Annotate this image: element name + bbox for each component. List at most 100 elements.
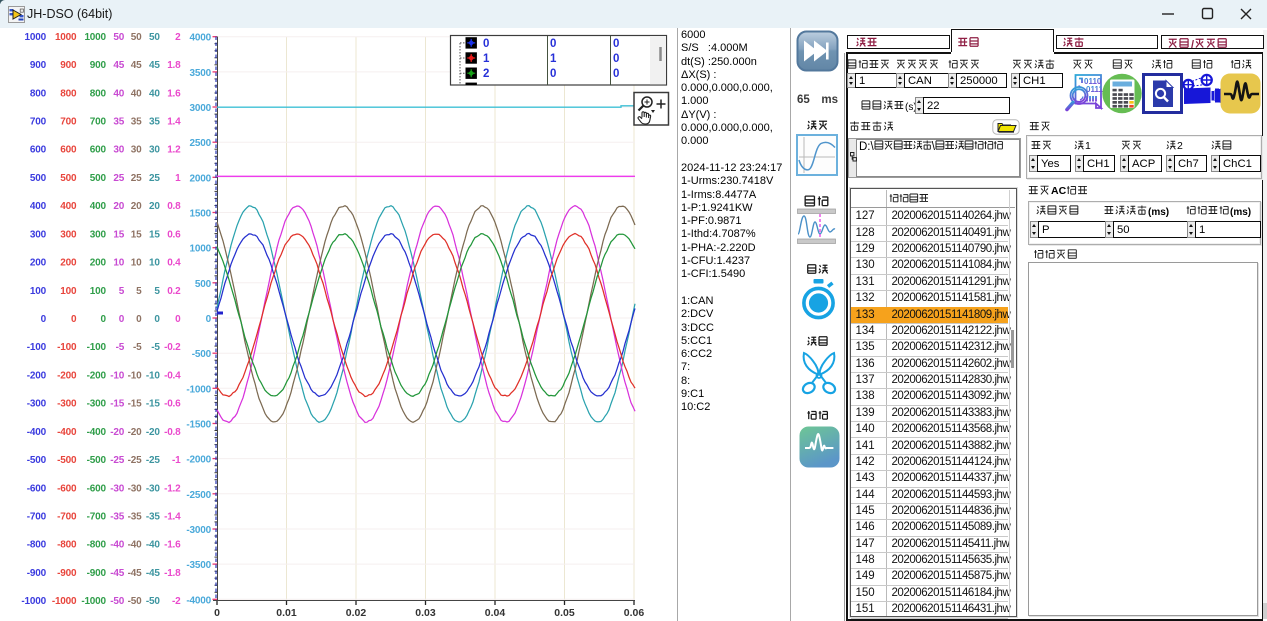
svg-text:2500: 2500 [190,138,212,149]
svg-text:-500: -500 [57,455,77,466]
svg-text:-1.2: -1.2 [164,483,181,494]
svg-text:0: 0 [175,314,181,325]
svg-text:20: 20 [131,201,142,212]
svg-text:-30: -30 [146,483,160,494]
svg-text:0111: 0111 [1086,85,1103,94]
svg-text:-700: -700 [27,512,47,523]
svg-text:900: 900 [60,60,77,71]
svg-text:10: 10 [131,258,142,269]
svg-text:800: 800 [60,88,77,99]
svg-text:800: 800 [90,88,107,99]
svg-text:-700: -700 [57,512,77,523]
svg-text:45: 45 [131,60,142,71]
svg-text:0.6: 0.6 [167,229,181,240]
svg-text:100: 100 [90,286,107,297]
svg-text:5: 5 [119,286,125,297]
svg-text:25: 25 [149,173,160,184]
svg-text:500: 500 [30,173,47,184]
svg-text:15: 15 [113,229,124,240]
svg-text:0: 0 [154,314,160,325]
svg-text:0.2: 0.2 [167,286,181,297]
svg-text:500: 500 [195,279,212,290]
svg-text:3500: 3500 [190,68,212,79]
svg-text:-1.4: -1.4 [164,512,181,523]
svg-text:1.6: 1.6 [167,88,181,99]
svg-text:15: 15 [131,229,142,240]
svg-text:-1: -1 [172,455,181,466]
svg-text:400: 400 [30,201,47,212]
svg-text:1.4: 1.4 [167,117,181,128]
svg-text:35: 35 [149,117,160,128]
svg-text:400: 400 [60,201,77,212]
svg-text:0.05: 0.05 [554,607,575,619]
svg-text:25: 25 [113,173,124,184]
svg-text:1000: 1000 [25,32,47,43]
svg-text:-25: -25 [128,455,142,466]
svg-text:0.8: 0.8 [167,201,181,212]
svg-text:-50: -50 [110,596,124,607]
svg-text:0: 0 [136,314,142,325]
svg-text:-0.8: -0.8 [164,427,181,438]
svg-text:1000: 1000 [55,32,77,43]
svg-text:-900: -900 [87,568,107,579]
svg-text:-3000: -3000 [186,525,211,536]
svg-text:-1000: -1000 [21,596,46,607]
svg-text:-40: -40 [128,540,142,551]
svg-text:-45: -45 [128,568,142,579]
svg-text:-900: -900 [57,568,77,579]
svg-text:-50: -50 [128,596,142,607]
svg-text:0.04: 0.04 [485,607,506,619]
svg-text:-0.6: -0.6 [164,399,181,410]
svg-text:-200: -200 [87,370,107,381]
svg-text:-300: -300 [27,399,47,410]
svg-text:35: 35 [131,117,142,128]
svg-text:-800: -800 [57,540,77,551]
svg-text:700: 700 [30,117,47,128]
svg-text:0: 0 [550,38,556,50]
svg-text:-100: -100 [27,342,47,353]
svg-text:40: 40 [149,88,160,99]
svg-text:1.8: 1.8 [167,60,181,71]
svg-text:-300: -300 [57,399,77,410]
svg-text:-1.6: -1.6 [164,540,181,551]
svg-text:200: 200 [90,258,107,269]
svg-text:-500: -500 [27,455,47,466]
svg-text:-2500: -2500 [186,490,211,501]
svg-text:1000: 1000 [84,32,106,43]
svg-text:10: 10 [113,258,124,269]
svg-text:-50: -50 [146,596,160,607]
svg-text:0: 0 [613,53,619,65]
svg-text:0: 0 [41,314,47,325]
svg-text:-5: -5 [133,342,142,353]
svg-text:-3500: -3500 [186,560,211,571]
svg-text:1: 1 [175,173,181,184]
svg-text:0: 0 [550,68,556,80]
svg-text:-1500: -1500 [186,420,211,431]
svg-text:0.02: 0.02 [346,607,367,619]
svg-text:-15: -15 [110,399,124,410]
svg-text:30: 30 [149,145,160,156]
svg-text:300: 300 [60,229,77,240]
svg-text:900: 900 [90,60,107,71]
svg-text:-20: -20 [146,427,160,438]
svg-text:-200: -200 [57,370,77,381]
svg-text:2000: 2000 [190,173,212,184]
svg-text:700: 700 [90,117,107,128]
svg-text:-30: -30 [128,483,142,494]
svg-text:0: 0 [483,38,489,50]
svg-text:1: 1 [550,53,557,65]
svg-text:-25: -25 [110,455,124,466]
svg-text:25: 25 [131,173,142,184]
svg-text:50: 50 [149,32,160,43]
svg-text:500: 500 [60,173,77,184]
svg-text:1500: 1500 [190,209,212,220]
svg-text:-35: -35 [146,512,160,523]
svg-text:-10: -10 [128,370,142,381]
svg-text:300: 300 [90,229,107,240]
svg-text:900: 900 [30,60,47,71]
svg-text:30: 30 [131,145,142,156]
svg-text:-100: -100 [87,342,107,353]
svg-text:-0.2: -0.2 [164,342,181,353]
svg-text:5: 5 [154,286,160,297]
svg-text:-10: -10 [146,370,160,381]
